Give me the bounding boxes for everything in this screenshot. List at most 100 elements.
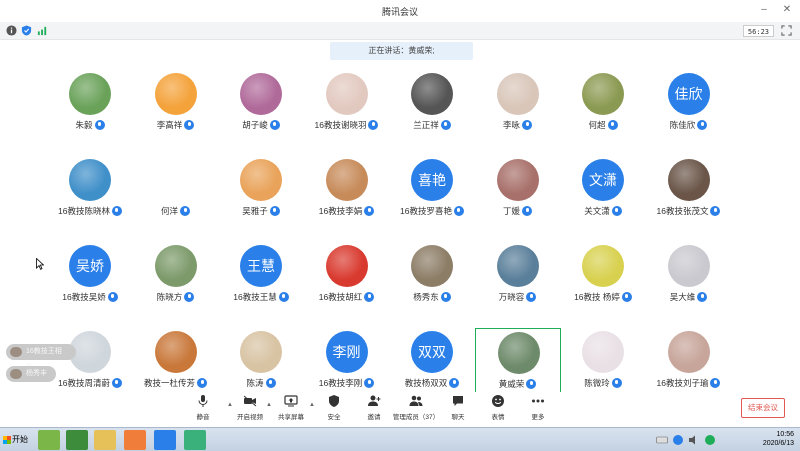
participant-tile[interactable]: 16教技陈晓林 <box>47 156 133 242</box>
participant-tile[interactable]: 王慧 16教技王慧 <box>218 242 304 328</box>
participant-tile[interactable]: 16教技张茂文 <box>646 156 732 242</box>
avatar <box>69 159 111 201</box>
emoji-label: 表情 <box>491 414 505 421</box>
camera-icon <box>243 395 257 407</box>
avatar <box>325 73 368 115</box>
app-icon[interactable] <box>38 430 60 450</box>
floating-participant[interactable]: 16教技王相源 <box>6 344 76 371</box>
wechat-icon[interactable] <box>704 434 716 446</box>
microphone-icon <box>611 378 622 388</box>
participant-name: 吴雅子 <box>242 206 268 216</box>
participant-name-row: 16教技王慧 <box>218 291 304 303</box>
participant-name: 何超 <box>588 120 606 130</box>
participant-tile[interactable]: 李咏 <box>475 70 561 156</box>
more-button[interactable]: 更多 <box>518 394 558 424</box>
participant-name: 关文潇 <box>584 206 610 216</box>
microphone-icon <box>710 206 721 216</box>
manage-members-button[interactable]: 管理成员（37） <box>392 394 440 424</box>
microphone-icon <box>364 292 375 302</box>
emoji-button[interactable]: 表情 <box>478 394 518 424</box>
participant-tile[interactable]: 喜艳 16教技罗喜艳 <box>389 156 475 242</box>
microphone-icon <box>265 378 276 388</box>
participant-tile[interactable]: 16教技谢晓羽 <box>304 70 390 156</box>
participant-name-row: 李咏 <box>475 119 561 131</box>
microphone-icon <box>107 292 118 302</box>
signal-icon[interactable] <box>37 25 48 36</box>
participant-name: 教技杨双双 <box>404 378 448 388</box>
participant-tile[interactable]: 16教技 杨婷 <box>560 242 646 328</box>
avatar <box>582 73 624 115</box>
add-user-icon <box>368 395 381 406</box>
participant-tile[interactable]: 陈晓方 <box>133 242 219 328</box>
info-icon[interactable] <box>6 25 17 36</box>
share-screen-icon <box>284 395 298 407</box>
microphone-icon <box>198 395 208 407</box>
participant-tile[interactable]: 文潇 关文潇 <box>560 156 646 242</box>
participant-tile[interactable]: 兰正祥 <box>389 70 475 156</box>
avatar <box>496 73 539 115</box>
participant-tile[interactable]: 万晓容 <box>475 242 561 328</box>
end-meeting-button[interactable]: 结束会议 <box>741 398 785 418</box>
participant-name: 16教技王慧 <box>233 292 277 302</box>
avatar <box>240 159 282 201</box>
avatar <box>667 331 710 373</box>
participant-tile[interactable]: 何超 <box>560 70 646 156</box>
microphone-icon <box>197 378 207 388</box>
participant-tile[interactable]: 16教技李娟 <box>304 156 390 242</box>
app-icon[interactable] <box>124 430 146 450</box>
avatar <box>69 73 111 115</box>
participant-tile[interactable]: 胡子峻 <box>218 70 304 156</box>
participant-tile[interactable]: 李高祥 <box>133 70 219 156</box>
chat-button[interactable]: 聊天 <box>438 394 478 424</box>
avatar: 佳欣 <box>667 73 710 115</box>
microphone-icon <box>522 206 532 216</box>
participant-tile[interactable]: 朱毅 <box>47 70 133 156</box>
participant-name-row: 16教技李刚 <box>304 377 390 389</box>
network-icon[interactable] <box>672 434 684 446</box>
share-screen-button[interactable]: 共享屏幕 <box>271 394 311 424</box>
participant-tile[interactable]: 佳欣 陈佳欣 <box>646 70 732 156</box>
microphone-icon <box>269 206 280 216</box>
participant-tile[interactable]: 吴雅子 <box>218 156 304 242</box>
microphone-icon <box>697 120 708 130</box>
avatar <box>155 159 197 201</box>
microphone-icon <box>522 120 532 130</box>
avatar <box>154 73 197 115</box>
participant-name-row: 朱毅 <box>47 119 133 131</box>
minimize-button[interactable]: – <box>757 3 771 17</box>
fullscreen-icon[interactable] <box>781 25 792 36</box>
pdf-icon[interactable] <box>184 430 206 450</box>
shield-icon[interactable] <box>21 25 32 36</box>
avatar: 文潇 <box>582 159 624 201</box>
floating-participant[interactable]: 杨秀丰 <box>6 366 56 382</box>
meeting-app-icon[interactable] <box>154 430 176 450</box>
video-button[interactable]: 开启视频 <box>230 394 270 424</box>
security-button[interactable]: 安全 <box>314 394 354 424</box>
avatar <box>10 369 22 379</box>
invite-button[interactable]: 邀请 <box>354 394 394 424</box>
participant-tile[interactable]: 吴娇 16教技吴娇 <box>47 242 133 328</box>
avatar <box>667 245 710 287</box>
clock-time: 10:56 <box>776 431 794 438</box>
volume-icon[interactable] <box>688 434 700 446</box>
start-button[interactable]: 开始 <box>2 430 30 450</box>
participant-tile[interactable]: 杨秀东 <box>389 242 475 328</box>
avatar <box>411 73 453 115</box>
folder-icon[interactable] <box>94 430 116 450</box>
participant-tile[interactable]: 16教技胡红 <box>304 242 390 328</box>
status-bar: 56:23 <box>0 22 800 40</box>
participant-tile[interactable]: 丁媛 <box>475 156 561 242</box>
participant-name: 胡子峻 <box>242 120 268 130</box>
participant-name-row: 陈微玲 <box>560 377 646 389</box>
mute-label: 静音 <box>196 414 210 421</box>
participant-tile[interactable]: 吴大维 <box>646 242 732 328</box>
app-icon[interactable] <box>66 430 88 450</box>
participant-name-row: 陈佳欣 <box>646 119 732 131</box>
participant-name-row: 兰正祥 <box>389 119 475 131</box>
participant-name: 吴大维 <box>669 292 696 302</box>
mute-button[interactable]: 静音 <box>183 394 223 424</box>
participant-name: 16教技吴娇 <box>62 292 106 302</box>
participant-tile[interactable]: 何洋 <box>133 156 219 242</box>
close-button[interactable]: ✕ <box>780 3 794 17</box>
keyboard-icon[interactable] <box>656 434 668 446</box>
